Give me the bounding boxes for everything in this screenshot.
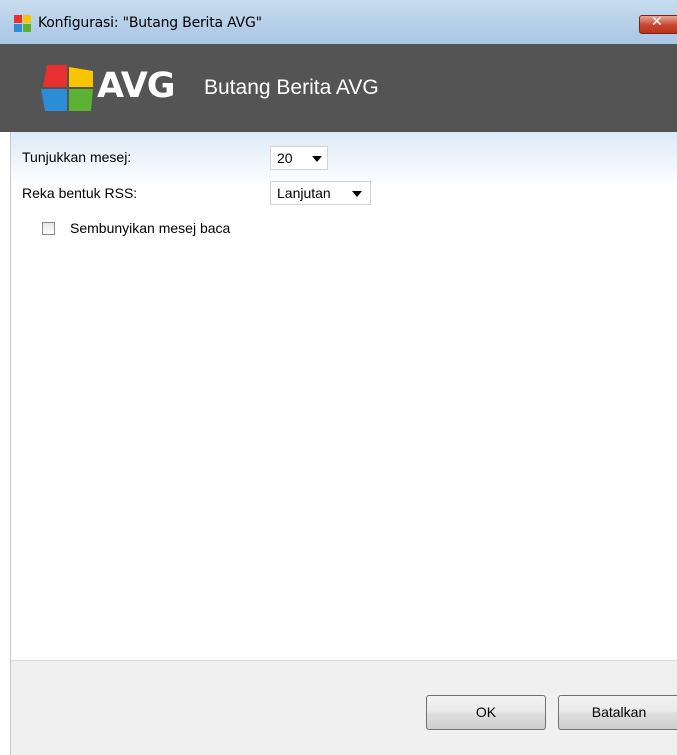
rss-format-label: Reka bentuk RSS: xyxy=(22,185,138,201)
hide-read-checkbox[interactable] xyxy=(42,222,55,235)
avg-logo-mark-icon xyxy=(41,65,93,111)
rss-format-value: Lanjutan xyxy=(277,185,331,201)
chevron-down-icon xyxy=(312,156,322,162)
close-icon: ✕ xyxy=(651,14,663,30)
window-title: Konfigurasi: "Butang Berita AVG" xyxy=(38,15,262,31)
hide-read-label[interactable]: Sembunyikan mesej baca xyxy=(70,220,230,236)
settings-panel: Tunjukkan mesej: 20 Reka bentuk RSS: Lan… xyxy=(10,132,677,660)
title-bar[interactable]: Konfigurasi: "Butang Berita AVG" ✕ xyxy=(0,0,677,45)
cancel-button[interactable]: Batalkan xyxy=(558,695,677,730)
rss-format-select[interactable]: Lanjutan xyxy=(270,181,371,205)
chevron-down-icon xyxy=(352,191,362,197)
ok-button[interactable]: OK xyxy=(426,695,546,730)
avg-logo-text: AVG xyxy=(97,66,176,106)
show-messages-value: 20 xyxy=(277,150,293,166)
show-messages-label: Tunjukkan mesej: xyxy=(22,149,132,165)
close-button[interactable]: ✕ xyxy=(639,14,677,34)
product-header: AVG Butang Berita AVG xyxy=(0,44,677,132)
dialog-footer: OK Batalkan xyxy=(10,660,677,755)
config-dialog: Konfigurasi: "Butang Berita AVG" ✕ AVG B… xyxy=(0,0,677,755)
header-title: Butang Berita AVG xyxy=(204,76,379,99)
avg-logo-icon xyxy=(14,15,31,32)
show-messages-select[interactable]: 20 xyxy=(270,146,328,170)
